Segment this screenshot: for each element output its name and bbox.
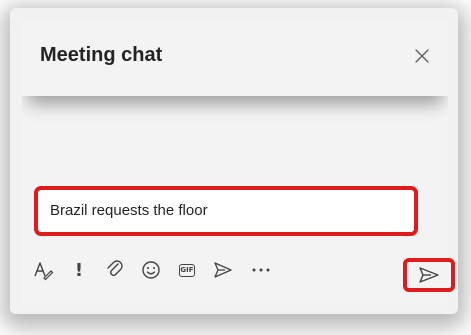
more-options-button[interactable] bbox=[248, 256, 274, 284]
attach-icon bbox=[107, 260, 123, 276]
important-icon: ! bbox=[74, 259, 84, 281]
panel-title: Meeting chat bbox=[40, 44, 163, 66]
format-icon bbox=[34, 262, 54, 281]
chat-header: Meeting chat bbox=[22, 20, 448, 96]
close-button[interactable] bbox=[410, 44, 434, 68]
more-icon bbox=[252, 268, 270, 272]
message-input[interactable] bbox=[50, 202, 390, 219]
send-button[interactable] bbox=[403, 258, 455, 292]
close-icon bbox=[415, 49, 429, 63]
compose-box[interactable] bbox=[34, 186, 418, 236]
stream-icon bbox=[214, 262, 232, 278]
gif-icon: GIF bbox=[179, 263, 195, 277]
screenshot-stage: Meeting chat ! bbox=[0, 0, 471, 335]
send-icon bbox=[419, 267, 439, 283]
important-button[interactable]: ! bbox=[66, 256, 92, 284]
emoji-icon bbox=[142, 261, 160, 279]
format-button[interactable] bbox=[30, 256, 56, 284]
emoji-button[interactable] bbox=[138, 256, 164, 284]
gif-button[interactable]: GIF bbox=[174, 256, 200, 284]
stream-button[interactable] bbox=[210, 256, 236, 284]
attach-button[interactable] bbox=[102, 256, 128, 284]
